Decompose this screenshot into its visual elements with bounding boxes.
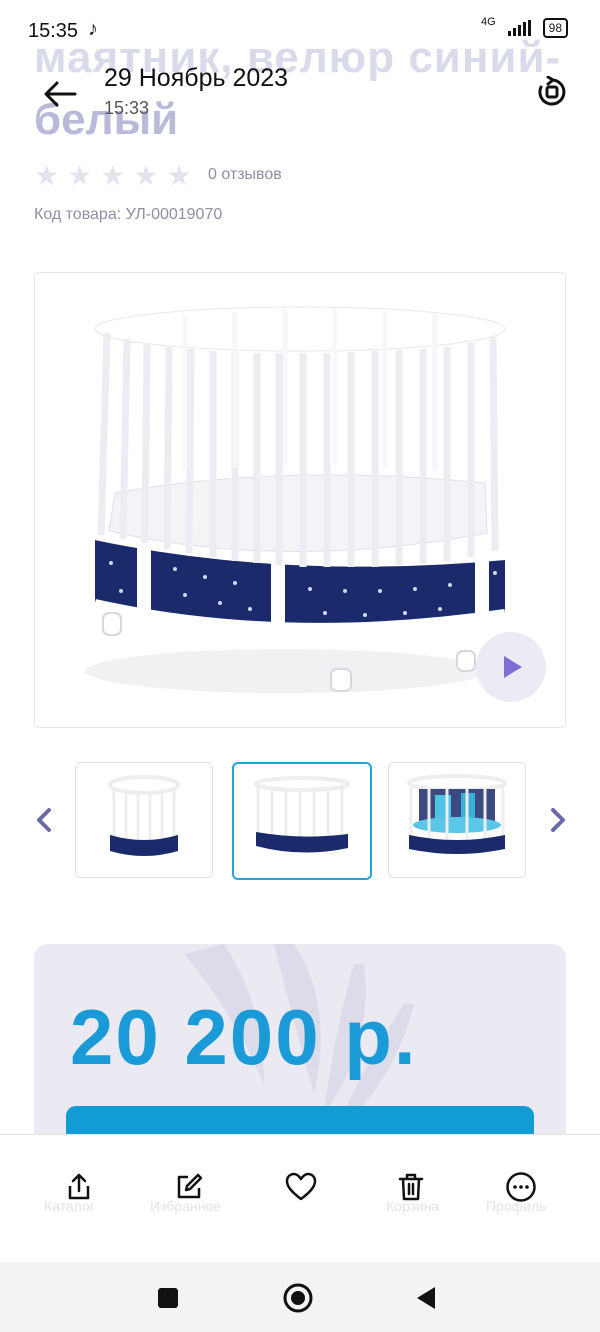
- edit-button[interactable]: [166, 1164, 212, 1210]
- thumbnail-prev-button[interactable]: [32, 800, 56, 840]
- star-icon: ★: [100, 160, 126, 191]
- star-icon: ★: [133, 160, 159, 191]
- viewer-header: 29 Ноябрь 2023 15:33: [0, 56, 600, 136]
- square-icon: [158, 1288, 178, 1308]
- photo-time: 15:33: [104, 98, 150, 118]
- triangle-back-icon: [417, 1287, 435, 1309]
- favorite-button[interactable]: [278, 1164, 324, 1210]
- system-back-button[interactable]: [406, 1278, 446, 1318]
- home-circle-icon: [283, 1283, 313, 1313]
- heart-icon: [285, 1172, 317, 1201]
- thumbnail-image: [407, 774, 507, 854]
- more-icon: [506, 1172, 536, 1202]
- reviews-link[interactable]: 0 отзывов: [208, 166, 282, 184]
- star-icon: ★: [34, 160, 60, 191]
- edit-icon: [177, 1173, 203, 1199]
- thumbnail-1[interactable]: [75, 762, 213, 878]
- arrow-left-icon: [44, 81, 77, 107]
- chevron-right-icon: [551, 808, 565, 832]
- play-video-button[interactable]: [476, 632, 546, 702]
- photo-date: 29 Ноябрь 2023: [104, 64, 289, 92]
- share-icon: [68, 1173, 90, 1200]
- network-type: 4G: [480, 16, 496, 28]
- star-icon: ★: [166, 160, 192, 191]
- thumbnail-image: [108, 775, 180, 856]
- product-price: 20 200 р.: [70, 993, 418, 1081]
- trash-icon: [398, 1173, 424, 1201]
- recent-apps-button[interactable]: [148, 1278, 188, 1318]
- play-icon: [504, 656, 522, 678]
- rotate-button[interactable]: [532, 72, 572, 112]
- star-icon: ★: [67, 160, 93, 191]
- rotate-icon: [538, 76, 566, 106]
- thumbnail-image: [254, 776, 350, 853]
- rating-stars: ★ ★ ★ ★ ★: [34, 162, 192, 190]
- more-button[interactable]: [498, 1164, 544, 1210]
- chevron-left-icon: [37, 808, 51, 832]
- share-button[interactable]: [56, 1164, 102, 1210]
- thumbnail-2[interactable]: [232, 762, 372, 880]
- back-button[interactable]: [36, 70, 84, 118]
- delete-button[interactable]: [388, 1164, 434, 1210]
- thumbnail-next-button[interactable]: [546, 800, 570, 840]
- system-navigation-bar: [0, 1262, 600, 1332]
- home-button[interactable]: [278, 1278, 318, 1318]
- thumbnail-3[interactable]: [388, 762, 526, 878]
- product-sku: Код товара: УЛ-00019070: [34, 206, 223, 223]
